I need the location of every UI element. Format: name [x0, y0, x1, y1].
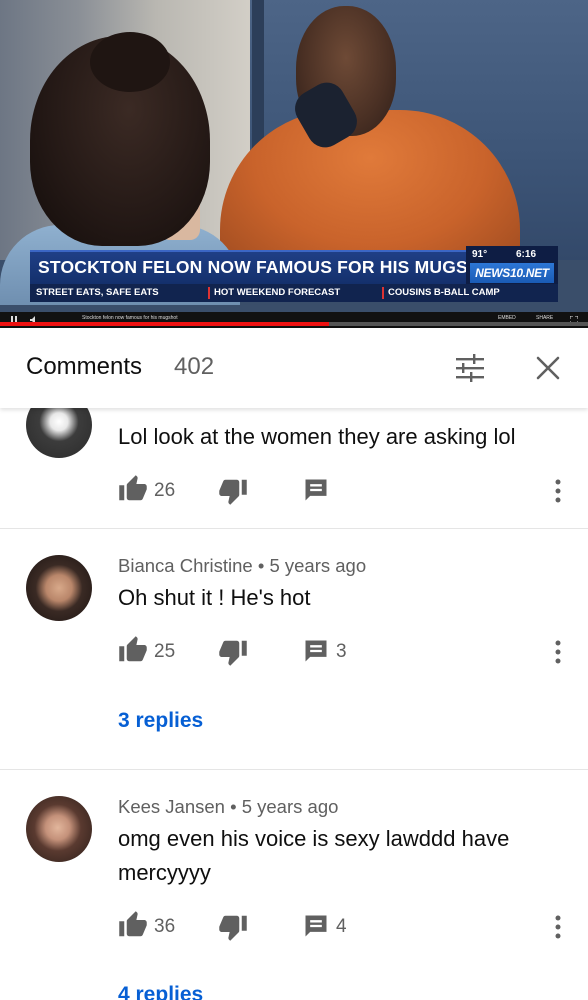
share-button[interactable]: SHARE	[536, 315, 553, 321]
lower-third-headline-bar: STOCKTON FELON NOW FAMOUS FOR HIS MUGSHO…	[30, 250, 505, 284]
comment-text: Lol look at the women they are asking lo…	[118, 424, 516, 449]
close-icon[interactable]	[532, 352, 564, 384]
comment-item: Bianca Christine • 5 years ago Oh shut i…	[0, 529, 588, 769]
view-replies-link[interactable]: 3 replies	[118, 709, 203, 733]
reply-icon[interactable]	[302, 912, 330, 940]
comment-actions: 26	[118, 474, 578, 508]
like-count: 25	[154, 641, 176, 662]
ticker-item: HOT WEEKEND FORECAST	[214, 287, 341, 298]
comments-header: Comments 402	[0, 328, 588, 408]
ticker-item: STREET EATS, SAFE EATS	[36, 287, 159, 298]
ticker-item: COUSINS B-BALL CAMP	[388, 287, 500, 298]
lower-third-info-box: 91° 6:16 NEWS10.NET	[466, 246, 558, 286]
reply-icon[interactable]	[302, 476, 330, 504]
reply-icon[interactable]	[302, 637, 330, 665]
video-woman-bun	[90, 32, 170, 92]
clock-readout: 6:16	[516, 249, 537, 260]
comment-actions: 25 3	[118, 635, 578, 669]
thumbs-up-icon[interactable]	[118, 635, 148, 665]
thumbs-up-icon[interactable]	[118, 474, 148, 504]
ticker-separator	[382, 287, 384, 299]
like-count: 26	[154, 480, 176, 501]
reply-count: 3	[336, 641, 347, 662]
comments-title: Comments	[26, 353, 143, 380]
station-logo: NEWS10.NET	[470, 263, 554, 283]
comment-author: Kees Jansen • 5 years ago	[118, 796, 339, 817]
avatar[interactable]	[26, 796, 92, 862]
view-replies-link[interactable]: 4 replies	[118, 983, 203, 1000]
sort-filter-icon[interactable]	[452, 350, 488, 386]
thumbs-up-icon[interactable]	[118, 910, 148, 940]
video-player[interactable]: STOCKTON FELON NOW FAMOUS FOR HIS MUGSHO…	[0, 0, 588, 328]
more-options-icon[interactable]	[548, 637, 568, 667]
like-count: 36	[154, 916, 176, 937]
lower-third-headline: STOCKTON FELON NOW FAMOUS FOR HIS MUGSHO…	[38, 257, 506, 277]
embed-button[interactable]: EMBED	[498, 315, 516, 321]
thumbs-down-icon[interactable]	[218, 476, 248, 506]
player-caption: Stockton felon now famous for his mugsho…	[82, 315, 178, 321]
ticker-separator	[208, 287, 210, 299]
comment-item: Kees Jansen • 5 years ago omg even his v…	[0, 770, 588, 1000]
news-ticker: STREET EATS, SAFE EATS HOT WEEKEND FOREC…	[30, 284, 558, 302]
thumbs-down-icon[interactable]	[218, 637, 248, 667]
comment-actions: 36 4	[118, 910, 578, 944]
progress-fill	[0, 322, 330, 326]
comment-text: omg even his voice is sexy lawddd have m…	[118, 826, 510, 885]
temperature-readout: 91°	[472, 249, 488, 260]
thumbs-down-icon[interactable]	[218, 912, 248, 942]
comments-count: 402	[174, 353, 215, 380]
comment-item: Lol look at the women they are asking lo…	[0, 392, 588, 528]
more-options-icon[interactable]	[548, 476, 568, 506]
comment-author: Bianca Christine • 5 years ago	[118, 555, 367, 576]
comment-text: Oh shut it ! He's hot	[118, 585, 311, 610]
more-options-icon[interactable]	[548, 912, 568, 942]
reply-count: 4	[336, 916, 347, 937]
avatar[interactable]	[26, 555, 92, 621]
